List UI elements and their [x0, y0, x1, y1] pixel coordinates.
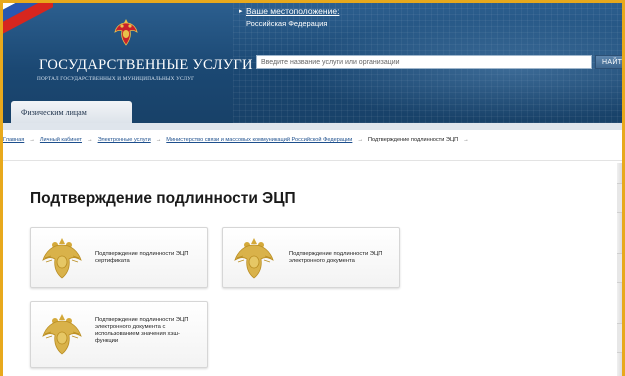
- breadcrumb-separator: →: [155, 137, 162, 143]
- breadcrumb-trailing-arrow: →: [463, 137, 469, 143]
- breadcrumb-home[interactable]: Главная: [3, 137, 24, 143]
- breadcrumb-current: Подтверждение подлинности ЭЦП: [367, 137, 459, 143]
- page-title: Подтверждение подлинности ЭЦП: [30, 190, 296, 207]
- search-input[interactable]: [256, 55, 592, 69]
- breadcrumb-electronic-services[interactable]: Электронные услуги: [98, 137, 151, 143]
- breadcrumb: Главная → Личный кабинет → Электронные услуг…: [3, 137, 622, 151]
- coat-of-arms-icon: [42, 238, 82, 279]
- side-panel-edge: [617, 163, 622, 376]
- site-subtitle: ПОРТАЛ ГОСУДАРСТВЕННЫХ И МУНИЦИПАЛЬНЫХ У…: [37, 76, 195, 82]
- breadcrumb-separator: →: [29, 137, 35, 143]
- search-button[interactable]: НАЙТИ: [595, 55, 622, 69]
- location-link[interactable]: Ваше местоположение:: [246, 6, 339, 16]
- site-title[interactable]: ГОСУДАРСТВЕННЫЕ УСЛУГИ: [39, 57, 253, 74]
- coat-of-arms-icon: [42, 314, 82, 355]
- service-card-hash[interactable]: Подтверждение подлинности ЭЦП электронно…: [30, 301, 208, 368]
- service-card-label: Подтверждение подлинности ЭЦП электронно…: [289, 251, 383, 264]
- tab-individuals[interactable]: Физическим лицам: [11, 101, 132, 123]
- breadcrumb-personal-account[interactable]: Личный кабинет: [40, 137, 82, 143]
- region-label: Российская Федерация: [246, 19, 328, 28]
- coat-of-arms-icon: [234, 238, 274, 279]
- breadcrumb-separator: →: [357, 137, 363, 143]
- russian-flag-icon: [3, 3, 53, 63]
- breadcrumb-ministry[interactable]: Министерство связи и массовых коммуникац…: [166, 137, 352, 143]
- service-card-label: Подтверждение подлинности ЭЦП электронно…: [95, 317, 189, 344]
- service-card-document[interactable]: Подтверждение подлинности ЭЦП электронно…: [222, 227, 400, 288]
- site-header: ГОСУДАРСТВЕННЫЕ УСЛУГИ ПОРТАЛ ГОСУДАРСТВ…: [3, 3, 622, 123]
- service-card-certificate[interactable]: Подтверждение подлинности ЭЦП сертификат…: [30, 227, 208, 288]
- location-arrow-icon: ▸: [239, 8, 243, 15]
- service-card-label: Подтверждение подлинности ЭЦП сертификат…: [95, 251, 189, 264]
- divider: [3, 160, 622, 161]
- coat-of-arms-icon[interactable]: [113, 17, 139, 47]
- breadcrumb-separator: →: [86, 137, 93, 143]
- browser-frame: ГОСУДАРСТВЕННЫЕ УСЛУГИ ПОРТАЛ ГОСУДАРСТВ…: [3, 3, 622, 376]
- nav-strip: [3, 123, 622, 130]
